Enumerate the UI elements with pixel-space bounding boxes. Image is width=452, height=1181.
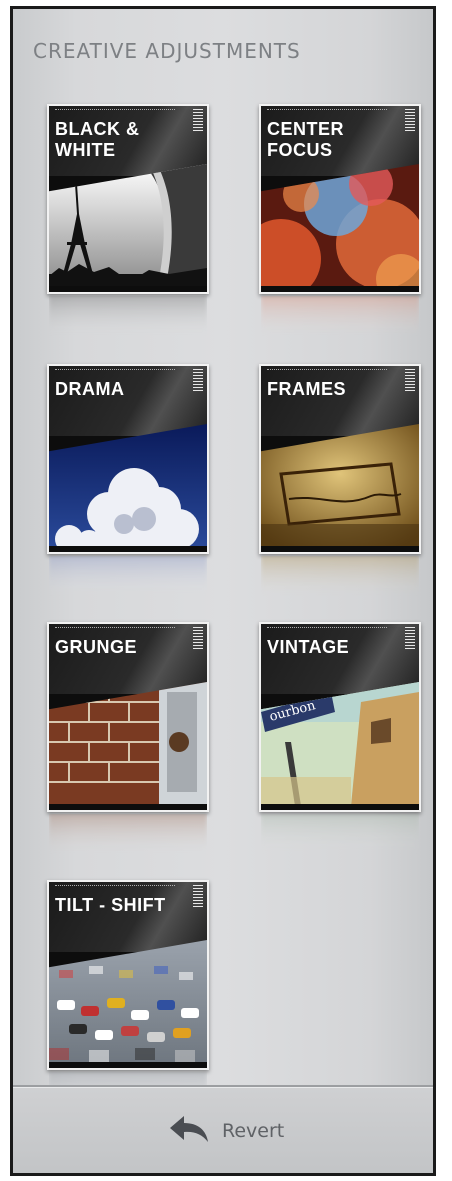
tile-tilt-shift: TILT - SHIFT: [47, 880, 209, 1112]
preset-label: DRAMA: [55, 379, 125, 399]
center-focus-preset-button[interactable]: CENTER FOCUS: [259, 104, 421, 294]
card-reflection: [49, 296, 207, 336]
drama-preset-button[interactable]: DRAMA: [47, 364, 209, 554]
center-focus-preset-icon: [261, 164, 419, 288]
black-white-preset-button[interactable]: BLACK & WHITE: [47, 104, 209, 294]
drama-preset-icon: [49, 424, 207, 548]
revert-arrow-icon: [168, 1114, 212, 1149]
black-white-preset-icon: [49, 164, 207, 288]
grunge-preset-button[interactable]: GRUNGE: [47, 622, 209, 812]
revert-label: Revert: [222, 1120, 285, 1142]
tile-drama: DRAMA: [47, 364, 209, 596]
frames-preset-button[interactable]: FRAMES: [259, 364, 421, 554]
tilt-shift-preset-button[interactable]: TILT - SHIFT: [47, 880, 209, 1070]
tilt-shift-preset-icon: [49, 940, 207, 1064]
preset-label: GRUNGE: [55, 637, 138, 657]
creative-adjustments-panel: CREATIVE ADJUSTMENTS BLACK & WHITE CENTE…: [10, 6, 436, 1176]
frames-preset-icon: [261, 424, 419, 548]
vintage-preset-button[interactable]: ourbon VINTAGE: [259, 622, 421, 812]
tile-frames: FRAMES: [259, 364, 421, 596]
preset-label: VINTAGE: [267, 637, 350, 657]
grunge-preset-icon: [49, 682, 207, 806]
tile-grunge: GRUNGE: [47, 622, 209, 854]
card-reflection: [49, 556, 207, 596]
revert-button[interactable]: Revert: [168, 1114, 285, 1149]
preset-label: FRAMES: [267, 379, 346, 399]
card-reflection: [261, 814, 419, 854]
preset-label: TILT - SHIFT: [55, 895, 166, 915]
tile-vintage: ourbon VINTAGE: [259, 622, 421, 854]
preset-label: BLACK & WHITE: [55, 119, 140, 160]
panel-footer: Revert: [13, 1088, 433, 1173]
vintage-preset-icon: ourbon: [261, 682, 419, 806]
card-reflection: [261, 296, 419, 336]
tile-center-focus: CENTER FOCUS: [259, 104, 421, 336]
card-reflection: [49, 814, 207, 854]
preset-label: CENTER FOCUS: [267, 119, 345, 160]
card-reflection: [261, 556, 419, 596]
panel-title: CREATIVE ADJUSTMENTS: [33, 39, 301, 63]
tile-black-white: BLACK & WHITE: [47, 104, 209, 336]
